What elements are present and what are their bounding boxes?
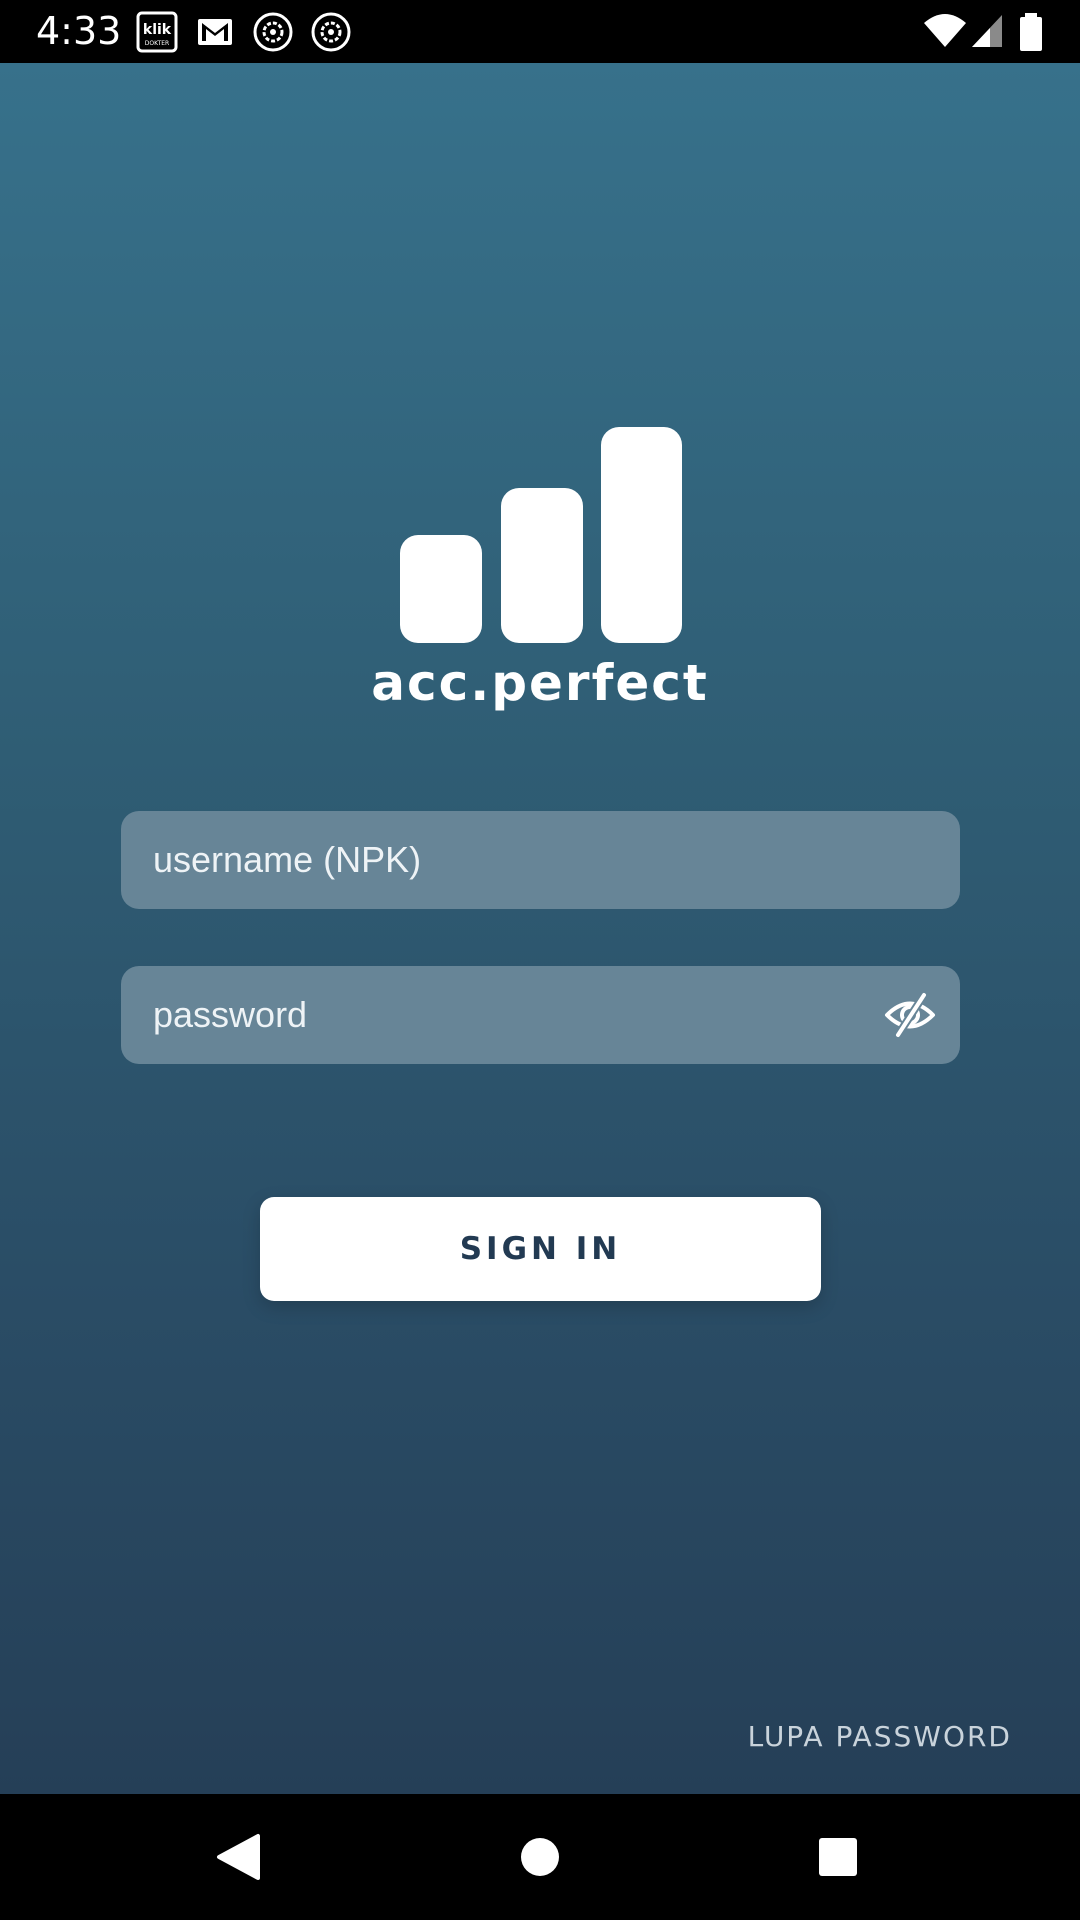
password-field[interactable] [121, 966, 960, 1064]
svg-text:klik: klik [143, 22, 172, 38]
cell-signal-icon [970, 11, 1006, 53]
login-screen: 4:33 klik DOKTER acc.perfect username (N… [0, 0, 1080, 1920]
battery-icon [1016, 11, 1046, 53]
bar-chart-logo [398, 425, 682, 645]
app-background: acc.perfect SIGN IN LUPA PASSWORD [0, 63, 1080, 1794]
home-icon[interactable] [477, 1794, 603, 1920]
settings-gear-icon [252, 11, 294, 53]
brand-name: acc.perfect [371, 654, 709, 712]
klik-dokter-icon: klik DOKTER [136, 11, 178, 53]
eye-off-icon[interactable] [884, 990, 936, 1040]
gmail-icon [194, 11, 236, 53]
sign-in-button[interactable]: SIGN IN [260, 1197, 821, 1301]
username-input[interactable] [121, 811, 960, 909]
wifi-icon [922, 11, 968, 53]
back-icon[interactable] [176, 1794, 302, 1920]
status-time: 4:33 [36, 9, 122, 53]
password-input[interactable] [121, 966, 960, 1064]
username-field[interactable] [121, 811, 960, 909]
status-bar: 4:33 klik DOKTER [0, 0, 1080, 63]
svg-text:DOKTER: DOKTER [145, 40, 169, 47]
forgot-password-link[interactable]: LUPA PASSWORD [748, 1719, 1012, 1755]
settings-gear-icon [310, 11, 352, 53]
recents-icon[interactable] [775, 1794, 901, 1920]
navigation-bar [0, 1794, 1080, 1920]
